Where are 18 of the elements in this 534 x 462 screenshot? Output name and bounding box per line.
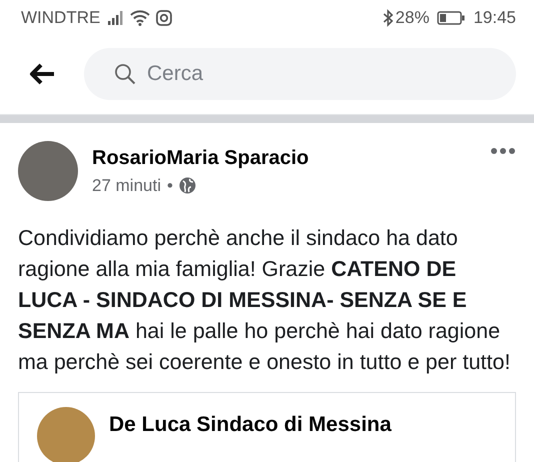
back-button[interactable] — [28, 62, 56, 86]
post-text: Condividiamo perchè anche il sindaco ha dato ragione alla mia famiglia! Grazie CATENO DE LUCA - SINDACO DI MESSINA- SENZA SE E SENZA MA hai le palle ho perchè hai dato ragione ma perchè sei coerente e onesto in tutto e per tutto! — [17, 225, 512, 376]
shared-avatar-photo — [37, 407, 95, 462]
wifi-icon — [130, 10, 150, 26]
shared-post-author[interactable]: De Luca Sindaco di Messina — [109, 413, 392, 437]
shared-post-card[interactable]: De Luca Sindaco di Messina — [18, 392, 516, 462]
separator-dot: • — [166, 176, 173, 196]
globe-icon — [178, 177, 196, 194]
carrier-name: WINDTRE — [21, 8, 100, 28]
camera-icon — [156, 10, 172, 26]
battery-percent: 28% — [395, 8, 430, 28]
battery-icon — [437, 11, 466, 25]
post-author[interactable]: RosarioMaria Sparacio — [92, 146, 476, 170]
signal-icon — [108, 11, 124, 25]
bluetooth-icon — [383, 9, 394, 27]
clock-time: 19:45 — [473, 8, 516, 28]
post-time[interactable]: 27 minuti — [92, 176, 161, 196]
search-field[interactable]: Cerca — [84, 48, 516, 100]
